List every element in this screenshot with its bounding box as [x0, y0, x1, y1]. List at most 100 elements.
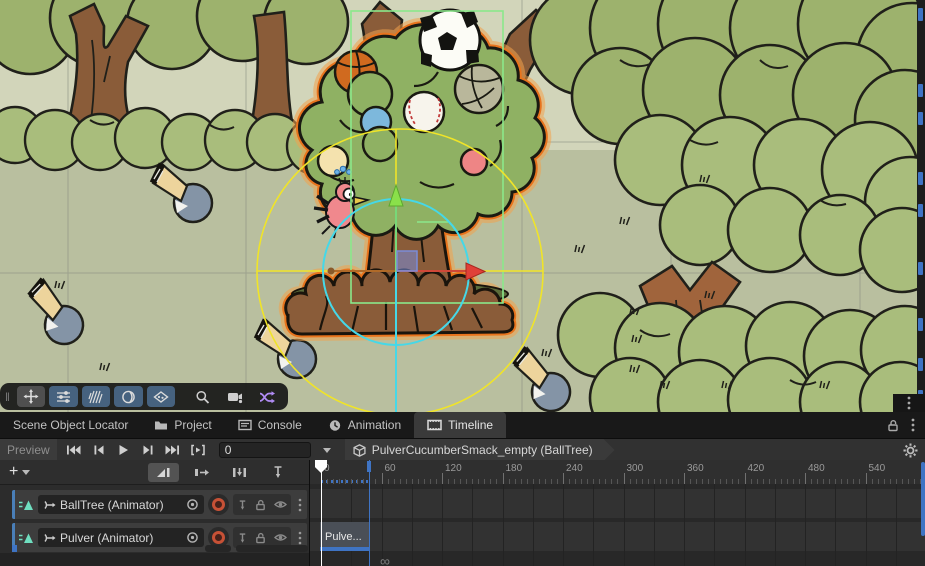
- ruler-tick: [382, 473, 383, 484]
- eye-icon[interactable]: [274, 532, 287, 543]
- timeline-settings-button[interactable]: [903, 443, 925, 458]
- breadcrumb[interactable]: PulverCucumberSmack_empty (BallTree): [345, 439, 615, 461]
- timeline-gridline: [654, 484, 655, 566]
- play-range-button[interactable]: [186, 441, 211, 459]
- tab-animation[interactable]: Animation: [315, 412, 414, 438]
- shuffle-tool-button[interactable]: [254, 386, 282, 407]
- horizontal-scrollbar-segment[interactable]: [236, 545, 308, 552]
- sphere-tool-button[interactable]: [114, 386, 142, 407]
- pin-icon[interactable]: [237, 499, 248, 511]
- ripple-mode-button[interactable]: [186, 463, 217, 482]
- shuffle-icon: [259, 390, 276, 404]
- ruler-tick: [624, 473, 625, 484]
- record-toggle-button[interactable]: [208, 494, 229, 515]
- next-frame-button[interactable]: [136, 441, 161, 459]
- playhead-line[interactable]: [321, 470, 323, 566]
- add-track-button[interactable]: +: [0, 464, 39, 480]
- ruler-tick: [866, 473, 867, 484]
- kebab-icon: [907, 396, 911, 410]
- ruler-label: 540: [869, 463, 886, 474]
- track-header-panel: +: [0, 460, 310, 566]
- pin-icon[interactable]: [237, 532, 248, 544]
- tab-project[interactable]: Project: [141, 412, 224, 438]
- eye-icon[interactable]: [274, 499, 287, 510]
- soccer-ball: [420, 10, 480, 70]
- hatching-tool-button[interactable]: [82, 386, 110, 407]
- ruler-label: 420: [748, 463, 765, 474]
- gear-icon: [903, 443, 918, 458]
- timeline-gridline: [442, 484, 443, 566]
- track-name-field[interactable]: BallTree (Animator): [38, 495, 204, 514]
- timeline-gridline: [533, 484, 534, 566]
- scene-corner-menu[interactable]: [893, 394, 925, 412]
- tab-scene-object-locator[interactable]: Scene Object Locator: [0, 412, 141, 438]
- scene-view[interactable]: ‖: [0, 0, 917, 412]
- timeline-gridline: [805, 484, 806, 566]
- plane-handle[interactable]: [397, 251, 417, 271]
- horizontal-scrollbar-segment[interactable]: [205, 545, 231, 552]
- timeline-content: 060120180240300360420480540 Pulve... ∞: [310, 460, 925, 566]
- timeline-gridline: [775, 484, 776, 566]
- tab-label: Scene Object Locator: [13, 418, 128, 432]
- ruler-label: 480: [808, 463, 825, 474]
- scene-right-scrollbar[interactable]: [917, 0, 925, 412]
- ruler-tick: [745, 473, 746, 484]
- tab-console[interactable]: Console: [225, 412, 315, 438]
- record-icon: [212, 498, 225, 511]
- tab-timeline[interactable]: Timeline: [414, 412, 506, 438]
- timeline-ruler[interactable]: 060120180240300360420480540: [310, 460, 925, 485]
- toolbar-drag-handle[interactable]: ‖: [5, 390, 10, 404]
- track-lane-balltree[interactable]: [310, 489, 925, 518]
- tab-label: Animation: [348, 418, 401, 432]
- track-name-field[interactable]: Pulver (Animator): [38, 528, 204, 547]
- timeline-right-scrollbar[interactable]: [921, 462, 925, 536]
- mix-mode-button[interactable]: [148, 463, 179, 482]
- tab-label: Project: [174, 418, 211, 432]
- pivot-dot[interactable]: [328, 268, 335, 275]
- object-picker-icon[interactable]: [186, 531, 199, 544]
- play-icon: [117, 444, 129, 456]
- replace-mode-icon: [232, 466, 247, 479]
- editor-window: ‖: [0, 0, 925, 566]
- timeline-gridline: [866, 484, 867, 566]
- track-menu-button[interactable]: [295, 531, 305, 545]
- timeline-gridline: [896, 484, 897, 566]
- kebab-menu-icon[interactable]: [911, 418, 915, 432]
- lock-icon[interactable]: [887, 419, 899, 432]
- previous-frame-icon: [92, 444, 105, 456]
- record-icon: [212, 531, 225, 544]
- track-lane-pulver[interactable]: [310, 522, 925, 551]
- ruler-tick: [503, 473, 504, 484]
- previous-frame-button[interactable]: [86, 441, 111, 459]
- play-button[interactable]: [111, 441, 136, 459]
- ruler-label: 60: [385, 463, 396, 474]
- camera-tool-button[interactable]: [221, 386, 249, 407]
- track-list: BallTree (Animator): [0, 485, 309, 552]
- track-menu-button[interactable]: [295, 498, 305, 512]
- replace-mode-button[interactable]: [224, 463, 255, 482]
- lock-icon[interactable]: [255, 499, 266, 511]
- sliders-tool-button[interactable]: [49, 386, 77, 407]
- skip-to-end-button[interactable]: [161, 441, 186, 459]
- ruler-label: 360: [687, 463, 704, 474]
- skip-to-end-icon: [165, 444, 181, 456]
- preview-toggle[interactable]: Preview: [0, 439, 57, 461]
- timeline-gridline: [563, 484, 564, 566]
- clip-area[interactable]: Pulve... ∞: [310, 484, 925, 566]
- move-tool-button[interactable]: [17, 386, 45, 407]
- timeline-gridline: [593, 484, 594, 566]
- track-toolbar: +: [0, 460, 309, 485]
- frame-options-caret[interactable]: [323, 448, 331, 453]
- frame-input[interactable]: [219, 442, 311, 458]
- sliders-icon: [56, 390, 71, 404]
- layers-tool-button[interactable]: [147, 386, 175, 407]
- object-picker-icon[interactable]: [186, 498, 199, 511]
- markers-toggle-button[interactable]: [262, 463, 293, 482]
- lock-icon[interactable]: [255, 532, 266, 544]
- track-row-balltree[interactable]: BallTree (Animator): [12, 490, 307, 519]
- skip-to-start-button[interactable]: [61, 441, 86, 459]
- ruler-tick: [442, 473, 443, 484]
- ruler-label: 240: [566, 463, 583, 474]
- search-tool-button[interactable]: [189, 386, 217, 407]
- clip-pulver[interactable]: Pulve...: [320, 522, 369, 551]
